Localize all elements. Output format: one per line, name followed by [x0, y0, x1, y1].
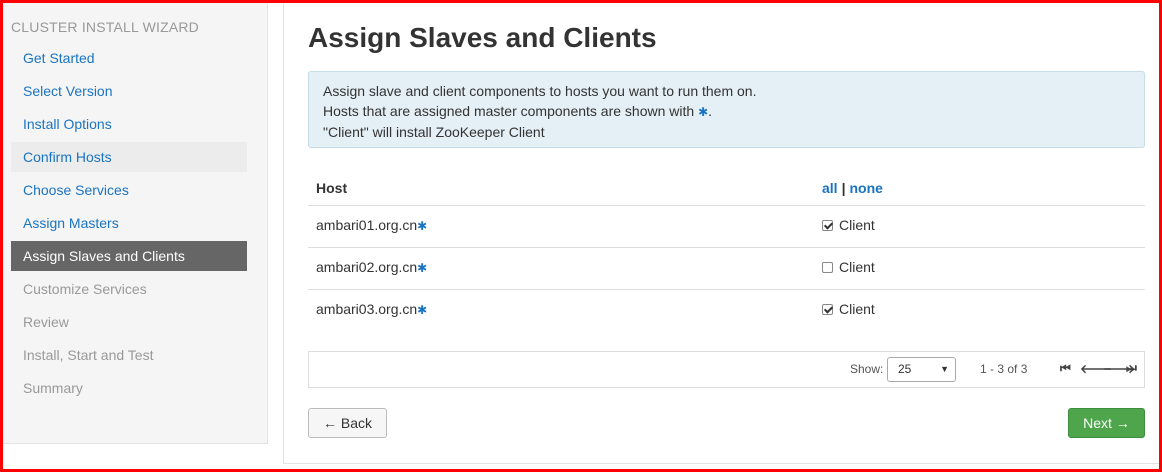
page-range: 1 - 3 of 3	[980, 362, 1028, 376]
client-label-2: Client	[839, 259, 875, 275]
select-links: all | none	[822, 180, 883, 196]
host-name-3: ambari03.org.cn✱	[316, 301, 427, 317]
client-label-3: Client	[839, 301, 875, 317]
host-column-header: Host	[316, 180, 348, 196]
page-title: Assign Slaves and Clients	[308, 22, 657, 53]
nav-summary: Summary	[23, 380, 83, 396]
client-toggle-3[interactable]: Client	[822, 301, 875, 317]
master-component-icon: ✱	[417, 261, 428, 275]
nav-install-options[interactable]: Install Options	[11, 109, 247, 139]
client-checkbox-3[interactable]	[822, 303, 833, 315]
host-name-1: ambari01.org.cn✱	[316, 217, 427, 233]
link-separator: |	[841, 180, 846, 196]
host-name-text-2: ambari02.org.cn	[316, 259, 418, 275]
show-label: Show:	[850, 362, 884, 376]
row-divider	[308, 247, 1145, 248]
client-toggle-1[interactable]: Client	[822, 217, 875, 233]
info-line-1: Assign slave and client components to ho…	[323, 83, 757, 99]
info-line-2: Hosts that are assigned master component…	[323, 101, 1130, 122]
page-size-value: 25	[898, 362, 912, 376]
nav-choose-services[interactable]: Choose Services	[11, 175, 247, 205]
caret-down-icon: ▼	[940, 364, 949, 374]
next-button[interactable]: Next →	[1068, 408, 1145, 438]
wizard-sidebar: CLUSTER INSTALL WIZARD Get Started Selec…	[3, 3, 268, 444]
select-none-link[interactable]: none	[850, 180, 883, 196]
host-name-text-3: ambari03.org.cn	[316, 301, 418, 317]
row-divider	[308, 289, 1145, 290]
nav-assign-masters[interactable]: Assign Masters	[11, 208, 247, 238]
master-component-icon: ✱	[698, 105, 709, 119]
nav-get-started[interactable]: Get Started	[11, 43, 247, 73]
nav-install-start-test: Install, Start and Test	[23, 347, 154, 363]
last-page-icon[interactable]: ⏭	[1126, 361, 1137, 376]
master-component-icon: ✱	[417, 219, 428, 233]
info-line-3: "Client" will install ZooKeeper Client	[323, 124, 545, 140]
page-size-select[interactable]: 25 ▼	[887, 357, 956, 382]
nav-customize-services: Customize Services	[23, 281, 147, 297]
back-button[interactable]: ← Back	[308, 408, 387, 438]
first-page-icon[interactable]: ⏮	[1060, 361, 1071, 376]
nav-assign-slaves-and-clients[interactable]: Assign Slaves and Clients	[11, 241, 247, 271]
info-line-2-suffix: .	[708, 103, 713, 119]
nav-review: Review	[23, 314, 69, 330]
nav-confirm-hosts[interactable]: Confirm Hosts	[11, 142, 247, 172]
host-name-text-1: ambari01.org.cn	[316, 217, 418, 233]
nav-select-version[interactable]: Select Version	[11, 76, 247, 106]
table-pager: Show: 25 ▼ 1 - 3 of 3 ⏮ 🡐 🡒 ⏭	[308, 351, 1145, 388]
host-name-2: ambari02.org.cn✱	[316, 259, 427, 275]
row-divider	[308, 205, 1145, 206]
client-label-1: Client	[839, 217, 875, 233]
client-checkbox-1[interactable]	[822, 219, 833, 231]
info-alert: Assign slave and client components to ho…	[308, 71, 1145, 148]
client-checkbox-2[interactable]	[822, 261, 833, 273]
info-line-2-text: Hosts that are assigned master component…	[323, 103, 695, 119]
select-all-link[interactable]: all	[822, 180, 838, 196]
client-toggle-2[interactable]: Client	[822, 259, 875, 275]
sidebar-title: CLUSTER INSTALL WIZARD	[11, 19, 199, 35]
master-component-icon: ✱	[417, 303, 428, 317]
